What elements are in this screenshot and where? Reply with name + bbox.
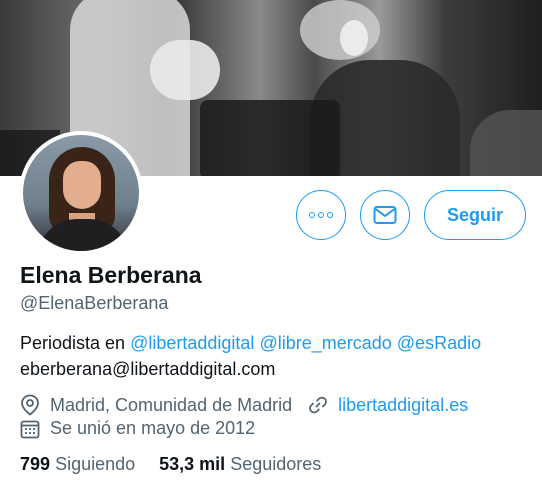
follow-button[interactable]: Seguir <box>424 190 526 240</box>
followers-count: 53,3 mil <box>159 454 226 474</box>
mention-link[interactable]: @libertaddigital <box>130 333 254 353</box>
banner-shape <box>470 110 542 176</box>
more-options-icon <box>309 212 333 218</box>
following-count: 799 <box>20 454 51 474</box>
profile-location: Madrid, Comunidad de Madrid <box>50 394 293 415</box>
profile-handle: @ElenaBerberana <box>20 293 169 313</box>
profile-meta-row: Madrid, Comunidad de Madrid libertaddigi… <box>20 394 468 416</box>
banner-shape <box>200 100 340 176</box>
following-stat[interactable]: 799 Siguiendo <box>20 454 135 475</box>
profile-bio: Periodista en @libertaddigital @libre_me… <box>20 330 481 382</box>
link-icon <box>309 396 328 414</box>
profile-website-link[interactable]: libertaddigital.es <box>338 395 468 416</box>
avatar-face <box>63 161 101 209</box>
profile-stats: 799 Siguiendo 53,3 mil Seguidores <box>20 454 321 475</box>
more-options-button[interactable] <box>296 190 346 240</box>
following-label: Siguiendo <box>55 454 136 474</box>
followers-stat[interactable]: 53,3 mil Seguidores <box>159 454 321 475</box>
envelope-icon <box>373 206 397 224</box>
bio-line-1: Periodista en @libertaddigital @libre_me… <box>20 330 481 356</box>
calendar-icon <box>20 420 40 438</box>
profile-name: Elena Berberana <box>20 262 202 288</box>
avatar[interactable] <box>19 131 143 255</box>
location-pin-icon <box>21 394 39 416</box>
banner-shape <box>300 0 380 60</box>
profile-meta-row: Se unió en mayo de 2012 <box>20 418 255 439</box>
profile-joined-date: Se unió en mayo de 2012 <box>50 418 256 438</box>
followers-label: Seguidores <box>230 454 322 474</box>
banner-shape <box>340 20 368 56</box>
bio-prefix: Periodista en <box>20 333 131 353</box>
bio-email: eberberana@libertaddigital.com <box>20 359 276 379</box>
mention-link[interactable]: @esRadio <box>397 333 481 353</box>
banner-shape <box>150 40 220 100</box>
mention-link[interactable]: @libre_mercado <box>259 333 391 353</box>
message-button[interactable] <box>360 190 410 240</box>
